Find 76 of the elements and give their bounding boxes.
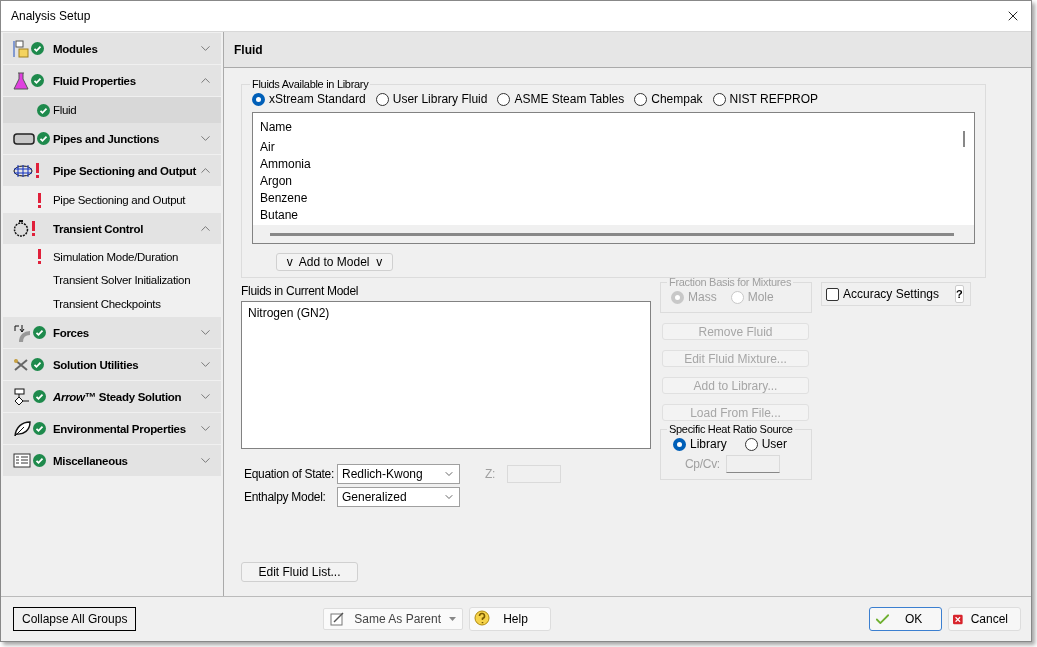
fluid-list[interactable]: Name Air Ammonia Argon Benzene Butane	[252, 112, 975, 244]
ok-button[interactable]: OK	[869, 607, 942, 631]
radio-option[interactable]: NIST REFPROP	[712, 92, 819, 106]
check-status-icon	[33, 390, 46, 403]
group-header[interactable]: Fluid Properties	[3, 65, 221, 96]
column-header: Name	[259, 119, 293, 136]
leaf-icon	[13, 420, 31, 437]
radio-option[interactable]: User	[744, 437, 788, 451]
field-label: Cp/Cv:	[685, 457, 720, 471]
flowchart-icon	[13, 387, 31, 406]
caret-icon	[449, 617, 457, 621]
radio-option[interactable]: User Library Fluid	[375, 92, 488, 106]
check-status-icon	[37, 132, 50, 145]
list-sheet-icon	[13, 453, 31, 468]
group-header[interactable]: Transient Control	[3, 213, 221, 244]
dropdown-field[interactable]: Generalized	[337, 487, 460, 507]
add-to-model-button[interactable]: v Add to Model v	[276, 253, 393, 271]
field-label: Z:	[485, 467, 497, 481]
group-header[interactable]: Pipe Sectioning and Output	[3, 155, 221, 186]
question-bubble-icon	[473, 610, 492, 628]
radio-option[interactable]: Chempak	[634, 92, 703, 106]
cancel-button[interactable]: Cancel	[948, 607, 1021, 631]
module-panel-icon	[13, 39, 29, 58]
current-fluid-list[interactable]: Nitrogen (GN2)	[241, 301, 651, 449]
list-item[interactable]: Butane	[253, 206, 974, 223]
group-header[interactable]: Modules	[3, 33, 221, 64]
radio-option[interactable]: Library	[673, 437, 727, 451]
stopwatch-icon	[13, 220, 29, 237]
group-header[interactable]: Solution Utilities	[3, 349, 221, 380]
pipe-icon	[13, 131, 35, 146]
help-button[interactable]: Help	[469, 607, 552, 631]
field-label: Equation of State:	[243, 467, 335, 481]
dropdown-field[interactable]: Redlich-Kwong	[337, 464, 460, 484]
warning-mark-icon	[37, 192, 42, 208]
warning-mark-icon	[31, 221, 36, 236]
list-item[interactable]: Nitrogen (GN2)	[248, 306, 644, 320]
list-label: Fluids in Current Model	[241, 284, 360, 298]
group-title: Fluids Available in Library	[251, 78, 370, 90]
help-button[interactable]: ?	[955, 285, 964, 303]
radio-option[interactable]: ASME Steam Tables	[497, 92, 625, 106]
check-status-icon	[33, 422, 46, 435]
check-status-icon	[33, 454, 46, 467]
scrollbar-thumb[interactable]	[270, 232, 954, 236]
window-title: Analysis Setup	[11, 9, 91, 23]
group-title: Specific Heat Ratio Source	[668, 423, 794, 435]
radio-option[interactable]: xStream Standard	[252, 92, 366, 106]
grid-pipe-icon	[13, 163, 33, 178]
force-arrows-icon	[13, 323, 31, 342]
panel-title: Fluid	[224, 32, 1031, 68]
edit-note-icon	[330, 612, 347, 626]
parent-dropdown[interactable]: Same As Parent	[323, 608, 464, 630]
collapse-all-button[interactable]: Collapse All Groups	[13, 607, 137, 631]
group-header[interactable]: Miscellaneous	[3, 445, 221, 476]
list-item[interactable]: Benzene	[253, 189, 974, 206]
group-title: Fraction Basis for Mixtures	[668, 276, 793, 288]
group-header[interactable]: Forces	[3, 317, 221, 348]
check-status-icon	[31, 358, 44, 371]
scrollbar-thumb[interactable]	[963, 131, 965, 147]
sidebar-item[interactable]: Fluid	[3, 97, 221, 123]
flask-icon	[13, 71, 29, 90]
check-status-icon	[37, 103, 50, 117]
list-item[interactable]: Argon	[253, 172, 974, 189]
check-status-icon	[31, 42, 44, 55]
check-status-icon	[33, 326, 46, 339]
field-label: Enthalpy Model:	[243, 490, 327, 504]
tools-icon	[13, 357, 29, 372]
warning-mark-icon	[35, 163, 40, 178]
list-item[interactable]: Ammonia	[253, 155, 974, 172]
accuracy-checkbox[interactable]: Accuracy Settings	[826, 287, 940, 301]
group-header[interactable]: Environmental Properties	[3, 413, 221, 444]
list-item[interactable]: Air	[253, 138, 974, 155]
warning-mark-icon	[37, 249, 42, 264]
edit-fluid-list-button[interactable]: Edit Fluid List...	[241, 562, 358, 582]
check-status-icon	[31, 74, 44, 87]
group-header[interactable]: Pipes and Junctions	[3, 123, 221, 154]
group-header[interactable]: Arrow™ Steady Solution	[3, 381, 221, 412]
